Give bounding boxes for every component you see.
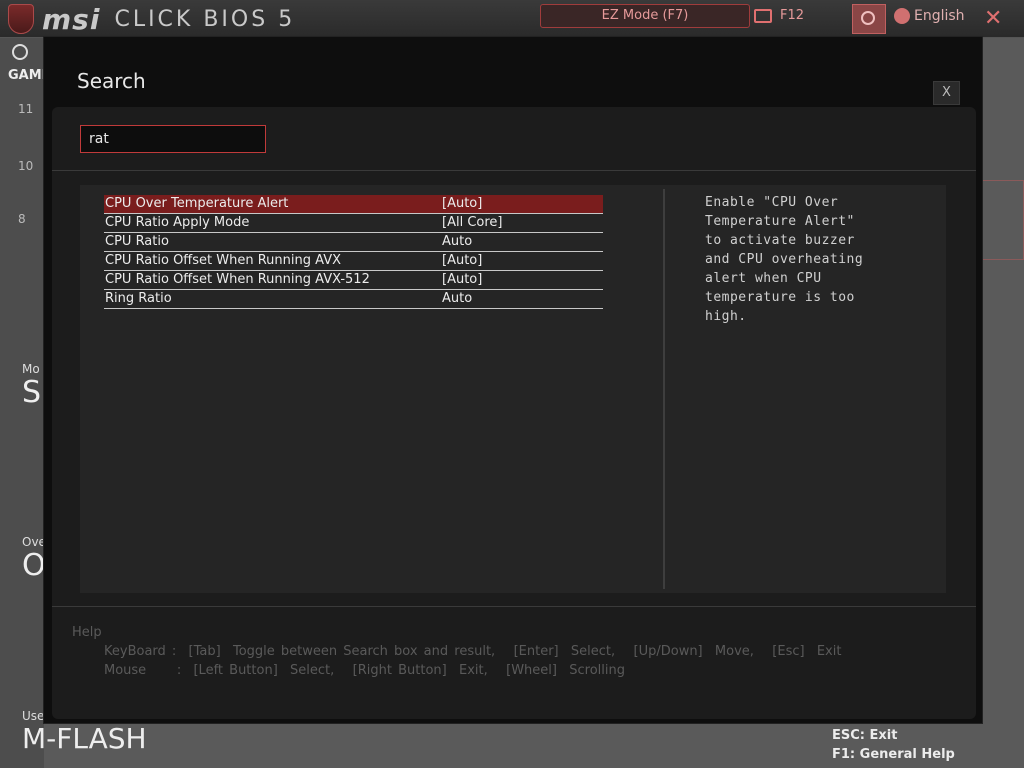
result-name: CPU Over Temperature Alert: [105, 196, 289, 211]
result-name: CPU Ratio: [105, 234, 169, 249]
product-name: CLICK BIOS 5: [114, 6, 296, 32]
divider: [52, 170, 976, 171]
help-mouse: Mouse : [Left Button] Select, [Right But…: [104, 663, 625, 678]
dialog-title: Search: [77, 69, 146, 93]
result-name: CPU Ratio Offset When Running AVX-512: [105, 272, 370, 287]
result-value: [Auto]: [442, 253, 483, 268]
ez-mode-button[interactable]: EZ Mode (F7): [540, 4, 750, 28]
result-value: Auto: [442, 234, 473, 249]
top-bar: msi CLICK BIOS 5 EZ Mode (F7) F12 Englis…: [0, 0, 1024, 38]
result-row[interactable]: CPU Ratio Auto: [104, 233, 603, 252]
result-row[interactable]: Ring Ratio Auto: [104, 290, 603, 309]
result-name: CPU Ratio Offset When Running AVX: [105, 253, 341, 268]
msi-logo: msi CLICK BIOS 5: [8, 2, 295, 36]
esc-hint: ESC: Exit: [832, 728, 898, 743]
brand-name: msi: [42, 2, 101, 36]
result-row[interactable]: CPU Ratio Offset When Running AVX [Auto]: [104, 252, 603, 271]
freq-tick: 10: [18, 159, 34, 173]
result-name: CPU Ratio Apply Mode: [105, 215, 250, 230]
result-row[interactable]: CPU Ratio Apply Mode [All Core]: [104, 214, 603, 233]
search-button[interactable]: [852, 4, 886, 34]
result-value: Auto: [442, 291, 473, 306]
divider: [663, 189, 665, 589]
result-row[interactable]: CPU Over Temperature Alert [Auto]: [104, 195, 603, 214]
result-value: [Auto]: [442, 196, 483, 211]
camera-icon: [754, 8, 772, 23]
result-name: Ring Ratio: [105, 291, 172, 306]
divider: [52, 606, 976, 607]
help-keyboard: KeyBoard : [Tab] Toggle between Search b…: [104, 644, 842, 659]
help-title: Help: [72, 625, 102, 640]
dragon-shield-icon: [8, 4, 34, 34]
language-button[interactable]: English: [894, 8, 965, 24]
globe-icon: [894, 8, 910, 24]
result-value: [All Core]: [442, 215, 503, 230]
result-value: [Auto]: [442, 272, 483, 287]
screenshot-button[interactable]: F12: [754, 8, 804, 23]
freq-tick: 8: [18, 212, 26, 226]
search-dialog: Search X CPU Over Temperature Alert [Auto…: [43, 36, 983, 724]
search-icon: [861, 11, 875, 25]
search-input[interactable]: [80, 125, 266, 153]
f1-hint: F1: General Help: [832, 747, 955, 762]
dialog-close-button[interactable]: X: [933, 81, 960, 105]
language-label: English: [914, 8, 965, 24]
help-section: Help KeyBoard : [Tab] Toggle between Sea…: [72, 625, 841, 678]
mflash-button[interactable]: M-FLASH: [22, 722, 147, 755]
dialog-body: CPU Over Temperature Alert[Auto]CPU Rati…: [52, 107, 976, 719]
freq-tick: 11: [18, 102, 34, 116]
result-row[interactable]: CPU Ratio Offset When Running AVX-512 [Au…: [104, 271, 603, 290]
clock-icon: [12, 44, 28, 60]
f12-label: F12: [780, 8, 805, 23]
mflash-small-label: Use: [22, 709, 45, 723]
results-list: CPU Over Temperature Alert [Auto] CPU Rati…: [104, 195, 603, 309]
item-description: Enable "CPU Over Temperature Alert" to a…: [705, 195, 864, 324]
settings-small-label: Mo: [22, 362, 40, 376]
close-icon[interactable]: ✕: [984, 6, 1002, 31]
right-panel: [982, 180, 1024, 260]
results-panel: CPU Over Temperature Alert [Auto] CPU Rati…: [80, 185, 946, 593]
hotkey-hints: ESC: Exit F1: General Help: [832, 726, 955, 764]
